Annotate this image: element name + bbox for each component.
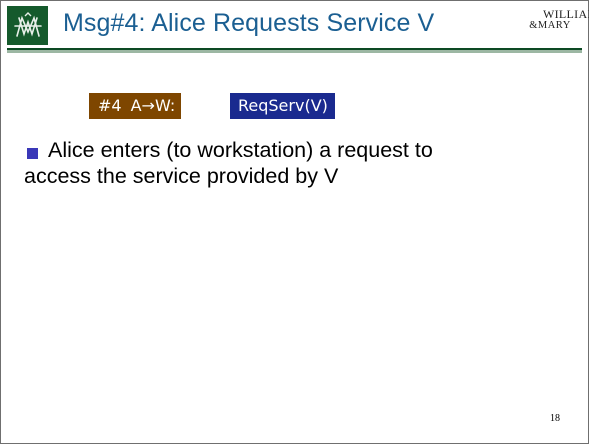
slide-title: Msg#4: Alice Requests Service V	[63, 9, 435, 37]
bullet-text: Alice enters (to workstation) a request …	[24, 137, 574, 189]
message-header: #4 A→W:	[89, 93, 182, 119]
title-rule	[7, 48, 582, 53]
bullet-line2: access the service provided by V	[24, 164, 339, 188]
wordmark-line2: &MARY	[529, 20, 571, 31]
message-number: #4	[98, 96, 122, 115]
logo-emblem	[13, 11, 42, 37]
message-flow: A→W:	[130, 96, 176, 115]
page-number: 18	[550, 413, 560, 424]
slide: Msg#4: Alice Requests Service V WILLIAM …	[0, 0, 589, 444]
wordmark-line1: WILLIAM	[543, 7, 589, 21]
william-mary-wordmark: WILLIAM &MARY	[519, 7, 589, 32]
message-content: ReqServ(V)	[230, 93, 335, 119]
wm-cypher-icon	[7, 6, 48, 45]
bullet-line1: Alice enters (to workstation) a request …	[48, 138, 433, 162]
